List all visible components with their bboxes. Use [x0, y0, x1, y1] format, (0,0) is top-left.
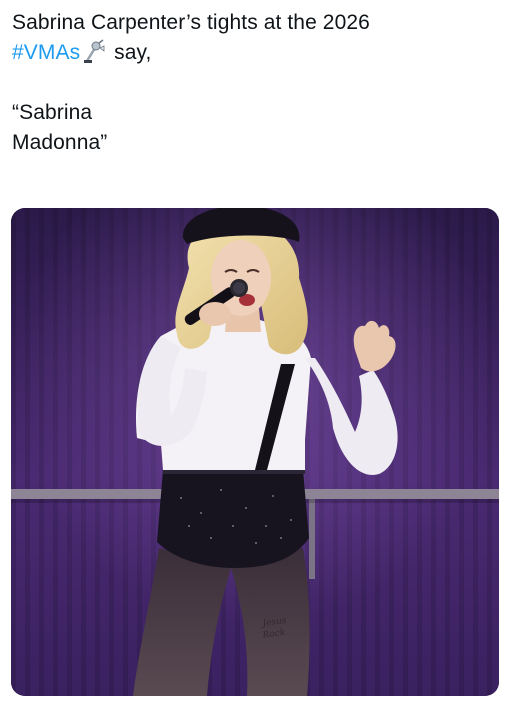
quote-line-1: “Sabrina: [12, 101, 93, 124]
vma-moonman-icon: [83, 39, 105, 63]
tweet-line-2: #VMAs say,: [12, 38, 496, 68]
tweet-line-2-say: say,: [108, 41, 152, 64]
performer-photo-illustration: Jesus Rock: [11, 208, 499, 696]
tweet-photo[interactable]: Jesus Rock: [11, 208, 499, 696]
tweet-text: Sabrina Carpenter’s tights at the 2026 #…: [12, 8, 496, 158]
tweet-line-1: Sabrina Carpenter’s tights at the 2026: [12, 11, 370, 34]
tweet-post: Sabrina Carpenter’s tights at the 2026 #…: [0, 0, 506, 702]
sequin-shorts: [157, 470, 309, 568]
quote-line-2: Madonna”: [12, 131, 108, 154]
hashtag-link[interactable]: #VMAs: [12, 41, 80, 64]
